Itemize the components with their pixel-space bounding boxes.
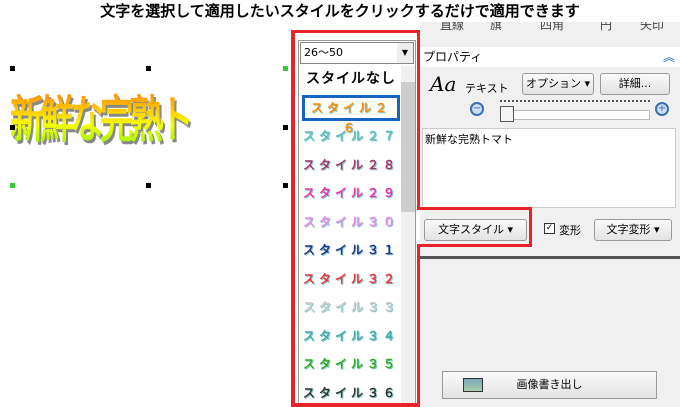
resize-handle[interactable] [10, 66, 15, 71]
double-chevron-up-icon[interactable]: ︽ [663, 47, 675, 67]
style-item[interactable]: スタイル３０ [302, 209, 400, 235]
resize-handle[interactable] [146, 66, 151, 71]
char-style-button[interactable]: 文字スタイル ▾ [424, 219, 527, 241]
style-item[interactable]: スタイル２８ [302, 152, 400, 178]
style-item[interactable]: スタイル３４ [302, 323, 400, 349]
rotate-handle[interactable] [283, 66, 288, 71]
style-item[interactable]: スタイル３５ [302, 351, 400, 377]
style-range-select[interactable]: 26〜50 ▼ [300, 42, 414, 64]
text-input[interactable]: 新鮮な完熟トマト [422, 128, 676, 208]
style-item[interactable]: スタイルなし [302, 66, 400, 92]
tab[interactable]: 旗 [490, 22, 502, 34]
page-title: 文字を選択して適用したいスタイルをクリックするだけで適用できます [100, 2, 580, 20]
style-item[interactable]: スタイル３６ [302, 380, 400, 406]
tab[interactable]: 直線 [440, 22, 464, 34]
options-button[interactable]: オプション ▾ [522, 73, 594, 95]
resize-handle[interactable] [10, 125, 15, 130]
text-label: テキスト [465, 82, 509, 95]
resize-handle[interactable] [283, 183, 288, 188]
style-item[interactable]: スタイル２９ [302, 180, 400, 206]
scrollbar[interactable] [401, 66, 415, 404]
style-item[interactable]: スタイル３１ [302, 237, 400, 263]
chevron-down-icon[interactable]: ▼ [397, 43, 413, 63]
zoom-ticks [500, 100, 650, 104]
tab[interactable]: 四角 [540, 22, 564, 34]
style-item[interactable]: スタイル３３ [302, 294, 400, 320]
properties-header: プロパティ ︽ [420, 47, 680, 67]
zoom-slider-thumb[interactable] [500, 106, 514, 122]
transform-checkbox[interactable]: ✓ [544, 223, 555, 234]
char-transform-button[interactable]: 文字変形 ▾ [594, 219, 672, 241]
magnifier-minus-icon[interactable]: − [470, 102, 484, 116]
tab[interactable]: 円 [600, 22, 612, 34]
scrollbar-thumb[interactable] [401, 82, 415, 212]
resize-handle[interactable] [146, 183, 151, 188]
rotate-handle[interactable] [10, 183, 15, 188]
style-item[interactable]: スタイル２６ [302, 94, 400, 135]
transform-label: 変形 [559, 224, 581, 237]
wordart-text[interactable]: 新鮮な完熟トマト [10, 70, 200, 249]
style-item[interactable]: スタイル３２ [302, 266, 400, 292]
char-style-label: 文字スタイル [437, 223, 504, 236]
font-icon: Aa [430, 72, 457, 96]
export-image-icon [463, 378, 483, 392]
char-transform-label: 文字変形 [606, 223, 651, 236]
export-label: 画像書き出し [516, 378, 583, 391]
details-button[interactable]: 詳細... [600, 73, 670, 95]
export-image-button[interactable]: 画像書き出し [442, 371, 657, 399]
properties-title: プロパティ [423, 50, 483, 64]
resize-handle[interactable] [283, 125, 288, 130]
zoom-slider[interactable] [500, 110, 650, 120]
tab[interactable]: 矢印 [640, 22, 664, 34]
divider [420, 256, 680, 259]
magnifier-plus-icon[interactable]: + [655, 102, 669, 116]
style-range-value: 26〜50 [304, 46, 343, 59]
style-item[interactable]: スタイル２７ [302, 123, 400, 149]
